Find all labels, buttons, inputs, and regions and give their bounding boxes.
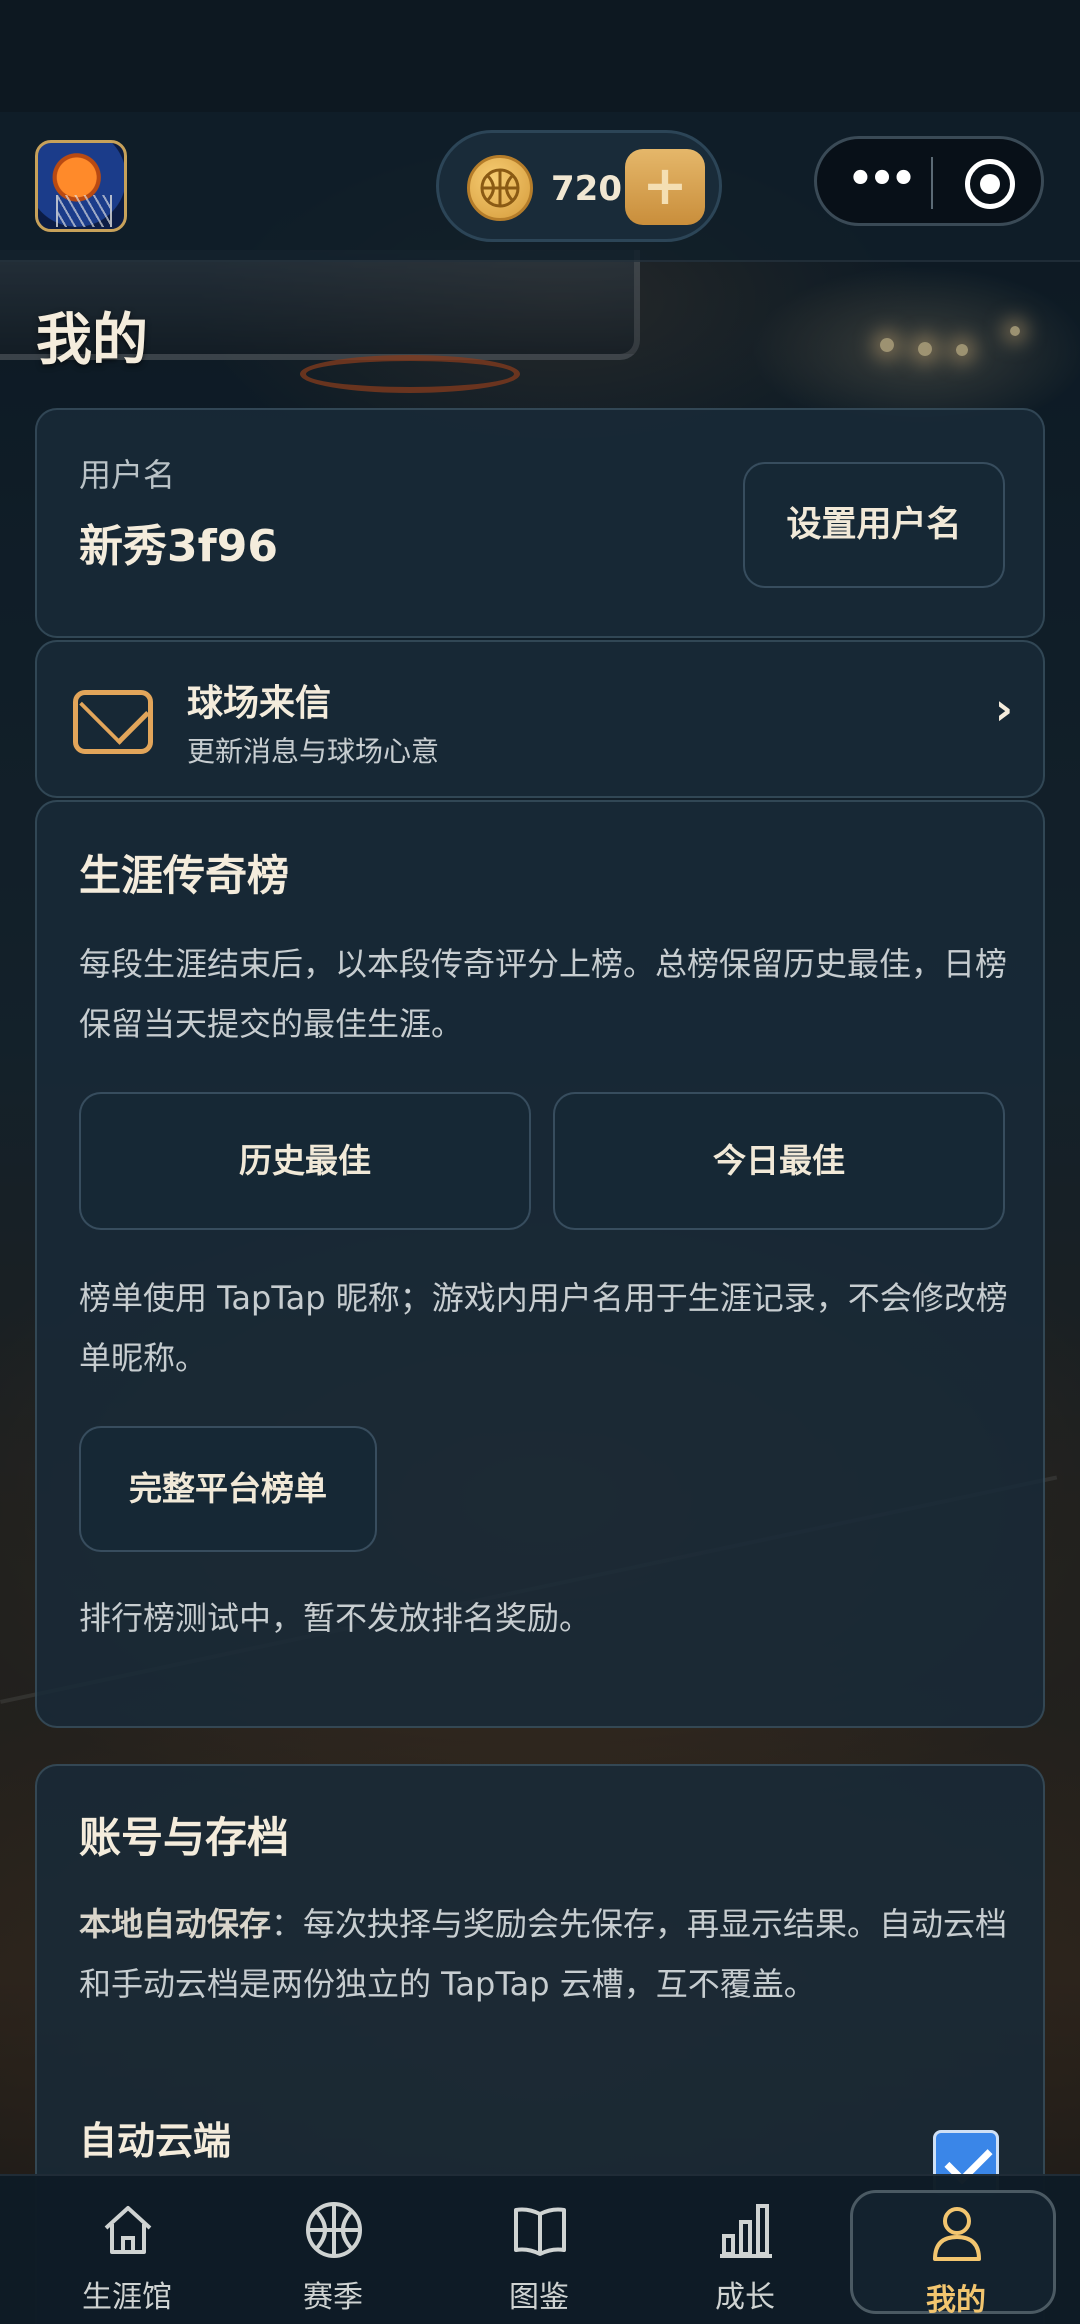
history-best-button[interactable]: 历史最佳 xyxy=(79,1092,531,1230)
set-username-button[interactable]: 设置用户名 xyxy=(743,462,1005,588)
mail-card[interactable]: 球场来信 更新消息与球场心意 › xyxy=(35,640,1045,798)
nickname-note: 榜单使用 TapTap 昵称；游戏内用户名用于生涯记录，不会修改榜单昵称。 xyxy=(79,1279,1008,1377)
mini-program-capsule: ••• xyxy=(814,136,1044,226)
chevron-right-icon: › xyxy=(994,684,1013,735)
add-coins-button[interactable]: + xyxy=(625,149,705,225)
leaderboard-test-note: 排行榜测试中，暂不发放排名奖励。 xyxy=(79,1599,592,1637)
username-label: 用户名 xyxy=(79,456,176,494)
tab-label: 成长 xyxy=(715,2280,775,2315)
tab-label: 我的 xyxy=(926,2283,986,2318)
basketball-icon xyxy=(306,2202,362,2258)
page-title: 我的 xyxy=(36,308,148,373)
tab-label: 图鉴 xyxy=(509,2280,569,2315)
tab-label: 生涯馆 xyxy=(82,2280,172,2315)
account-title: 账号与存档 xyxy=(79,1813,290,1862)
auto-cloud-label: 自动云端 xyxy=(79,2119,232,2163)
mail-subtitle: 更新消息与球场心意 xyxy=(187,735,440,768)
status-bar xyxy=(0,0,1080,112)
top-bar: 720 + ••• xyxy=(0,112,1080,262)
bottom-tab-bar: 生涯馆 赛季 图鉴 成长 我的 xyxy=(0,2174,1080,2324)
username-card: 用户名 新秀3f96 设置用户名 xyxy=(35,408,1045,638)
basketball-coin-icon xyxy=(467,155,533,221)
home-icon xyxy=(104,2206,152,2254)
tab-collection[interactable]: 图鉴 xyxy=(436,2176,642,2324)
more-icon[interactable]: ••• xyxy=(845,157,917,207)
bar-chart-icon xyxy=(720,2204,772,2258)
tab-label: 赛季 xyxy=(303,2280,363,2315)
leaderboard-title: 生涯传奇榜 xyxy=(79,851,290,900)
mail-icon xyxy=(73,690,153,754)
book-icon xyxy=(514,2207,566,2256)
full-leaderboard-button[interactable]: 完整平台榜单 xyxy=(79,1426,377,1552)
tab-growth[interactable]: 成长 xyxy=(642,2176,848,2324)
coin-count: 720 xyxy=(551,169,622,209)
user-icon xyxy=(933,2207,981,2261)
app-logo xyxy=(35,140,127,232)
capsule-divider xyxy=(931,157,933,209)
leaderboard-card: 生涯传奇榜 每段生涯结束后，以本段传奇评分上榜。总榜保留历史最佳，日榜保留当天提… xyxy=(35,800,1045,1728)
tab-career-hall[interactable]: 生涯馆 xyxy=(24,2176,230,2324)
mail-title: 球场来信 xyxy=(187,683,332,724)
today-best-button[interactable]: 今日最佳 xyxy=(553,1092,1005,1230)
save-label: 本地自动保存 xyxy=(79,1905,272,1943)
tab-mine[interactable]: 我的 xyxy=(850,2190,1056,2318)
close-target-icon[interactable] xyxy=(965,159,1015,209)
coin-balance: 720 + xyxy=(436,130,722,242)
username-value: 新秀3f96 xyxy=(79,521,278,572)
tab-season[interactable]: 赛季 xyxy=(230,2176,436,2324)
leaderboard-description: 每段生涯结束后，以本段传奇评分上榜。总榜保留历史最佳，日榜保留当天提交的最佳生涯… xyxy=(79,945,1008,1043)
save-description: 本地自动保存：每次抉择与奖励会先保存，再显示结果。自动云档和手动云档是两份独立的… xyxy=(79,1894,1019,2014)
